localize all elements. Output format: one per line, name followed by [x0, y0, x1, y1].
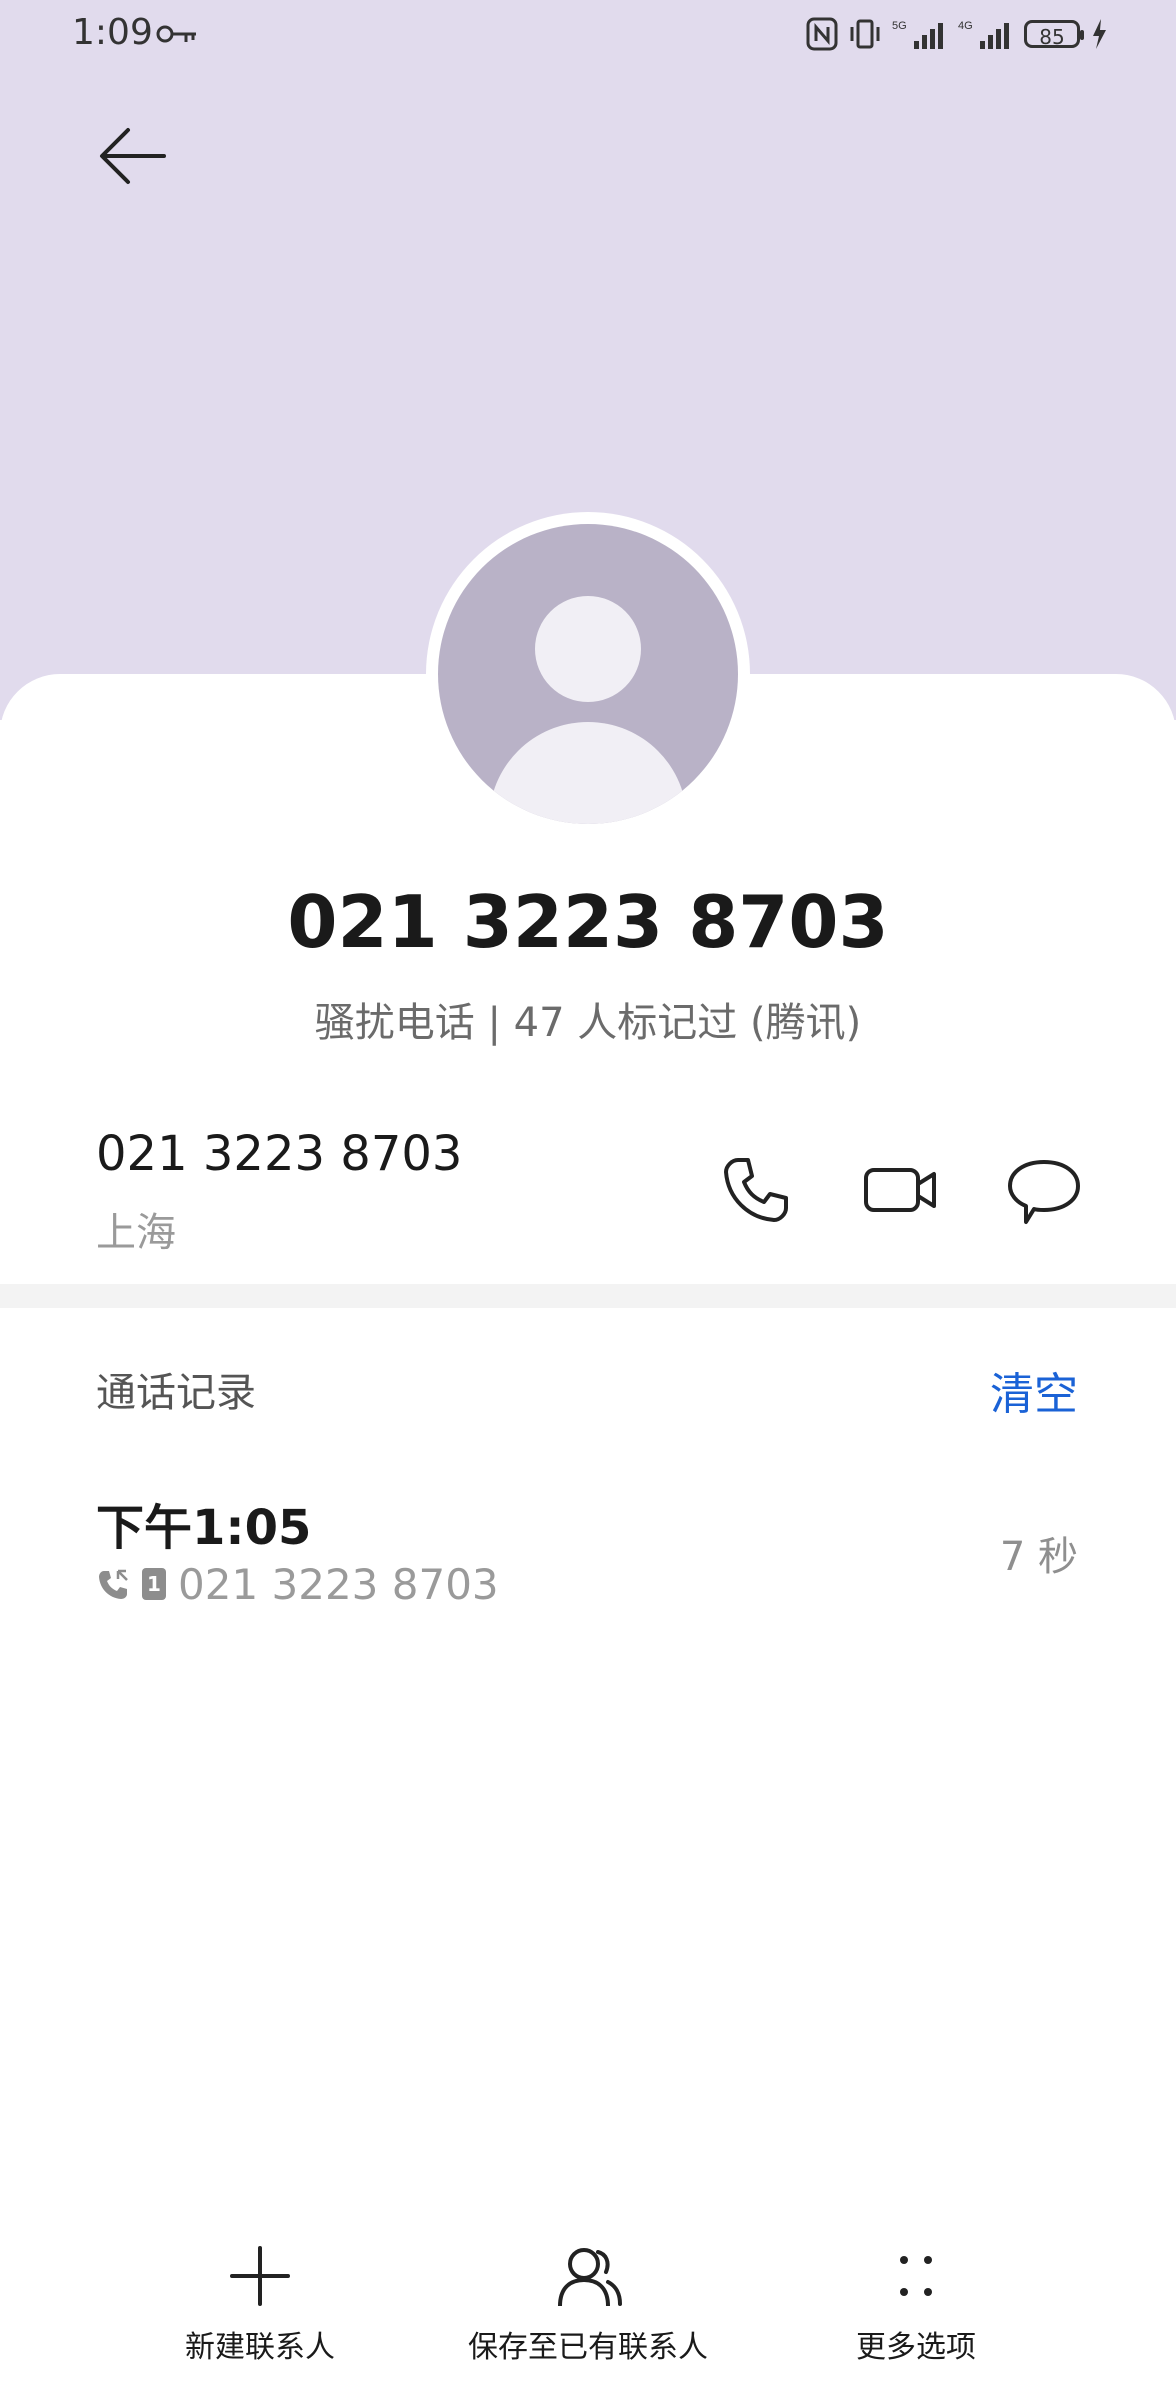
back-arrow-icon[interactable]	[90, 118, 170, 198]
avatar	[438, 524, 738, 824]
status-bar: 1:09 5G 4G 85	[0, 0, 1176, 70]
status-icons: 5G 4G 85	[806, 14, 1108, 54]
more-options-button[interactable]: 更多选项	[816, 2240, 1016, 2390]
avatar-body	[489, 722, 687, 824]
call-log-meta: 1 021 3223 8703	[96, 1558, 499, 1610]
incoming-call-icon	[99, 1569, 128, 1599]
person-icon	[558, 2248, 622, 2307]
svg-text:5G: 5G	[892, 20, 907, 32]
new-contact-label: 新建联系人	[185, 2330, 335, 2365]
add-icon	[230, 2246, 290, 2306]
message-icon[interactable]	[1004, 1150, 1084, 1230]
bottom-action-bar: 新建联系人 保存至已有联系人 更多选项	[0, 2240, 1176, 2400]
signal-5g-icon: 5G	[892, 20, 943, 49]
page-title: 021 3223 8703	[287, 880, 889, 964]
nfc-icon	[806, 17, 838, 51]
more-options-label: 更多选项	[856, 2330, 976, 2365]
call-log-duration: 7 秒	[999, 1534, 1078, 1580]
status-time: 1:09	[72, 12, 153, 53]
more-dots-icon	[900, 2256, 932, 2296]
signal-4g-icon: 4G	[958, 20, 1009, 49]
new-contact-button[interactable]: 新建联系人	[160, 2240, 360, 2390]
save-to-existing-button[interactable]: 保存至已有联系人	[458, 2240, 718, 2390]
save-to-existing-label: 保存至已有联系人	[468, 2330, 708, 2365]
svg-text:4G: 4G	[958, 20, 973, 32]
video-call-icon[interactable]	[860, 1150, 940, 1230]
phone-call-icon[interactable]	[716, 1150, 796, 1230]
spam-tag-line: 骚扰电话 | 47 人标记过 (腾讯)	[314, 1000, 862, 1046]
charging-icon	[1093, 19, 1106, 49]
battery-icon: 85	[1024, 20, 1084, 49]
vibrate-icon	[850, 19, 880, 49]
call-log-number: 021 3223 8703	[178, 1559, 499, 1609]
avatar-head	[535, 596, 641, 702]
clear-call-log-button[interactable]: 清空	[990, 1358, 1078, 1422]
sim-card-icon: 1	[142, 1568, 166, 1600]
call-log-title: 通话记录	[96, 1370, 256, 1416]
phone-location: 上海	[96, 1210, 176, 1256]
section-divider	[0, 1284, 1176, 1308]
phone-number[interactable]: 021 3223 8703	[96, 1126, 462, 1182]
call-log-time: 下午1:05	[96, 1500, 312, 1556]
vpn-key-icon	[156, 25, 196, 43]
